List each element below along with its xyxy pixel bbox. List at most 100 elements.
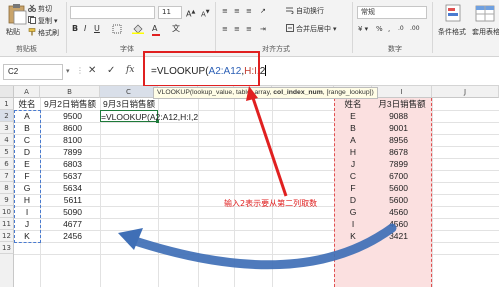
column-header-a[interactable]: A (14, 86, 40, 98)
value-cell[interactable]: 5637 (40, 170, 82, 182)
column-header-b[interactable]: B (40, 86, 100, 98)
row-header[interactable]: 2 (0, 110, 14, 122)
value-cell[interactable]: 4560 (372, 206, 408, 218)
cut-button[interactable]: 剪切 (28, 4, 52, 14)
value-cell[interactable]: 5600 (372, 182, 408, 194)
row-header[interactable]: 1 (0, 98, 14, 110)
enter-button[interactable]: ✓ (107, 65, 115, 76)
shrink-font-button[interactable]: A▼ (201, 7, 210, 19)
align-left-button[interactable]: ≡ (222, 24, 228, 34)
name-cell[interactable]: D (334, 194, 372, 206)
value-cell[interactable]: 7899 (40, 146, 82, 158)
align-top-button[interactable]: ≡ (222, 6, 228, 16)
name-cell[interactable]: F (334, 182, 372, 194)
column-header-i[interactable]: I (372, 86, 432, 98)
value-cell[interactable]: 7899 (372, 158, 408, 170)
header-name-left[interactable]: 姓名 (14, 98, 40, 110)
number-format-select[interactable]: 常规 (357, 6, 427, 19)
name-cell[interactable]: K (334, 230, 372, 242)
select-all-corner[interactable] (0, 86, 14, 98)
row-header[interactable]: 12 (0, 230, 14, 242)
value-cell[interactable]: 8100 (40, 134, 82, 146)
row-header[interactable]: 8 (0, 182, 14, 194)
percent-button[interactable]: % (376, 24, 383, 34)
font-size-select[interactable]: 11 (158, 6, 182, 19)
cancel-button[interactable]: ✕ (88, 65, 96, 76)
insert-function-button[interactable]: fx (126, 65, 134, 75)
value-cell[interactable]: 5090 (40, 206, 82, 218)
value-cell[interactable]: 5600 (372, 194, 408, 206)
header-sales-sep2[interactable]: 9月2日销售额 (40, 98, 100, 110)
value-cell[interactable]: 8678 (372, 146, 408, 158)
name-cell[interactable]: J (334, 158, 372, 170)
align-right-button[interactable]: ≡ (246, 24, 252, 34)
value-cell[interactable]: 8956 (372, 134, 408, 146)
value-cell[interactable]: 6803 (40, 158, 82, 170)
fill-color-button[interactable] (132, 24, 144, 37)
comma-button[interactable]: , (388, 24, 390, 34)
copy-button[interactable]: 复制 ▾ (28, 16, 58, 26)
value-cell[interactable]: 2456 (40, 230, 82, 242)
name-box-dropdown[interactable]: ▾ (66, 67, 70, 75)
italic-button[interactable]: I (84, 24, 86, 34)
paste-label[interactable]: 粘贴 (6, 27, 20, 37)
row-header[interactable]: 4 (0, 134, 14, 146)
align-center-button[interactable]: ≡ (234, 24, 240, 34)
increase-decimal-button[interactable]: .0 (398, 24, 404, 34)
fill-handle[interactable] (156, 120, 159, 123)
row-header[interactable]: 13 (0, 242, 14, 254)
decrease-decimal-button[interactable]: .00 (410, 24, 420, 34)
value-cell[interactable]: 3421 (372, 230, 408, 242)
font-color-button[interactable]: A (152, 24, 160, 36)
name-cell[interactable]: A (334, 134, 372, 146)
value-cell[interactable]: 6700 (372, 170, 408, 182)
currency-button[interactable]: ¥ ▾ (358, 24, 368, 34)
name-cell[interactable]: B (334, 122, 372, 134)
formula-highlight-box (143, 51, 260, 87)
borders-button[interactable] (112, 24, 122, 37)
value-cell[interactable]: 5611 (40, 194, 82, 206)
header-sales-right[interactable]: 月3日销售额 (372, 98, 432, 110)
row-header[interactable]: 5 (0, 146, 14, 158)
value-cell[interactable]: 9500 (40, 110, 82, 122)
column-header-c[interactable]: C (100, 86, 158, 98)
name-cell[interactable]: E (334, 110, 372, 122)
row-header[interactable]: 10 (0, 206, 14, 218)
value-cell[interactable]: 5634 (40, 182, 82, 194)
row-header[interactable]: 3 (0, 122, 14, 134)
name-cell[interactable]: G (334, 206, 372, 218)
name-cell[interactable]: H (334, 146, 372, 158)
row-header[interactable]: 7 (0, 170, 14, 182)
wrap-text-button[interactable]: 自动换行 (286, 6, 324, 16)
font-name-select[interactable] (70, 6, 155, 19)
name-cell[interactable]: I (334, 218, 372, 230)
value-cell[interactable]: 9088 (372, 110, 408, 122)
column-header-j[interactable]: J (432, 86, 499, 98)
align-bottom-button[interactable]: ≡ (246, 6, 252, 16)
name-box[interactable]: C2 (3, 64, 63, 80)
row-header[interactable]: 6 (0, 158, 14, 170)
underline-button[interactable]: U (94, 24, 100, 34)
value-cell[interactable]: 4560 (372, 218, 408, 230)
value-cell[interactable]: 9001 (372, 122, 408, 134)
format-painter-button[interactable]: 格式刷 (28, 28, 59, 38)
row-header[interactable]: 9 (0, 194, 14, 206)
row-header[interactable]: 11 (0, 218, 14, 230)
phonetic-button[interactable]: 文 (172, 24, 180, 34)
formula-bar-grip[interactable]: ⋮ (76, 66, 84, 75)
active-cell-editing[interactable]: =VLOOKUP(A2:A12,H:I,2 (100, 110, 198, 122)
value-cell[interactable]: 4677 (40, 218, 82, 230)
indent-button[interactable]: ⇥ (260, 24, 266, 34)
conditional-format-button[interactable] (440, 3, 466, 25)
name-cell[interactable]: C (334, 170, 372, 182)
grow-font-button[interactable]: A▲ (186, 7, 195, 20)
bold-button[interactable]: B (72, 24, 78, 34)
align-middle-button[interactable]: ≡ (234, 6, 240, 16)
merge-center-button[interactable]: 合并后居中 ▾ (286, 24, 337, 34)
paste-button[interactable] (4, 3, 30, 25)
header-sales-sep3[interactable]: 9月3日销售额 (100, 98, 158, 110)
value-cell[interactable]: 8600 (40, 122, 82, 134)
orientation-button[interactable]: ↗ (260, 6, 266, 16)
format-as-table-button[interactable] (472, 3, 498, 25)
header-name-right[interactable]: 姓名 (334, 98, 372, 110)
